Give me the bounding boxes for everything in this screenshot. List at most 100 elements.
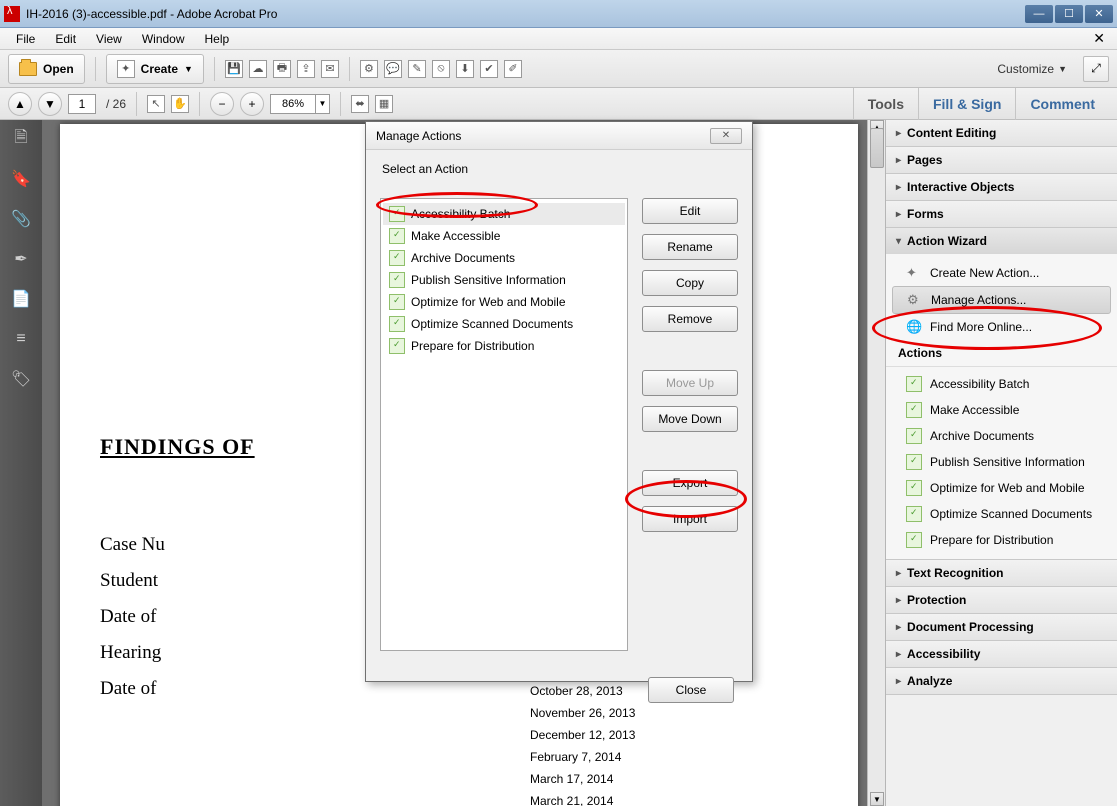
fit-page-icon[interactable]: ▦ <box>375 95 393 113</box>
fit-width-icon[interactable]: ⬌ <box>351 95 369 113</box>
action-item[interactable]: Archive Documents <box>886 423 1117 449</box>
zoom-in-button[interactable]: + <box>240 92 264 116</box>
bookmarks-icon[interactable]: 🔖 <box>10 168 32 190</box>
action-list[interactable]: Accessibility Batch Make Accessible Arch… <box>380 198 628 651</box>
scroll-thumb[interactable] <box>870 128 884 168</box>
section-text-recognition[interactable]: ▸Text Recognition <box>886 560 1117 586</box>
tags-icon[interactable]: 🏷 <box>10 368 32 390</box>
action-item[interactable]: Publish Sensitive Information <box>886 449 1117 475</box>
dialog-title: Manage Actions <box>376 129 461 143</box>
action-list-item[interactable]: Accessibility Batch <box>383 203 625 225</box>
action-list-item[interactable]: Prepare for Distribution <box>383 335 625 357</box>
maximize-button[interactable]: ☐ <box>1055 5 1083 23</box>
page-number-input[interactable] <box>68 94 96 114</box>
toolbar-primary: Open ✦ Create ▼ 💾 ☁ 🖶 ⇪ ✉ ⚙ 💬 ✎ ⦸ ⬇ ✔ ✐ … <box>0 50 1117 88</box>
close-document-button[interactable]: ✕ <box>1087 30 1111 47</box>
action-list-item[interactable]: Optimize for Web and Mobile <box>383 291 625 313</box>
vertical-scrollbar[interactable]: ▲ ▼ <box>867 120 885 806</box>
save-icon[interactable]: 💾 <box>225 60 243 78</box>
layers-icon[interactable]: 📄 <box>10 288 32 310</box>
menu-file[interactable]: File <box>6 30 45 48</box>
edit-icon[interactable]: ✎ <box>408 60 426 78</box>
zoom-input[interactable] <box>271 95 315 113</box>
create-new-action[interactable]: ✦Create New Action... <box>886 260 1117 286</box>
toolbar-secondary: ▲ ▼ / 26 ↖ ✋ − + ▼ ⬌ ▦ Tools Fill & Sign… <box>0 88 1117 120</box>
doc-date: March 17, 2014 <box>530 768 635 790</box>
action-list-item[interactable]: Publish Sensitive Information <box>383 269 625 291</box>
globe-icon: 🌐 <box>906 319 922 335</box>
action-icon <box>389 294 405 310</box>
action-list-item[interactable]: Optimize Scanned Documents <box>383 313 625 335</box>
section-pages[interactable]: ▸Pages <box>886 147 1117 173</box>
section-protection[interactable]: ▸Protection <box>886 587 1117 613</box>
chevron-down-icon: ▾ <box>896 236 901 247</box>
move-up-button[interactable]: Move Up <box>642 370 738 396</box>
move-down-button[interactable]: Move Down <box>642 406 738 432</box>
find-more-online[interactable]: 🌐Find More Online... <box>886 314 1117 340</box>
attachments-icon[interactable]: 📎 <box>10 208 32 230</box>
tool-icon[interactable]: ✐ <box>504 60 522 78</box>
export-icon[interactable]: ⬇ <box>456 60 474 78</box>
create-button[interactable]: ✦ Create ▼ <box>106 54 204 84</box>
delete-icon[interactable]: ⦸ <box>432 60 450 78</box>
section-action-wizard[interactable]: ▾Action Wizard <box>886 228 1117 254</box>
tab-tools[interactable]: Tools <box>853 88 918 120</box>
share-icon[interactable]: ⇪ <box>297 60 315 78</box>
action-list-item[interactable]: Make Accessible <box>383 225 625 247</box>
rename-button[interactable]: Rename <box>642 234 738 260</box>
zoom-combo[interactable]: ▼ <box>270 94 330 114</box>
gear-icon[interactable]: ⚙ <box>360 60 378 78</box>
action-item[interactable]: Prepare for Distribution <box>886 527 1117 553</box>
action-icon <box>389 206 405 222</box>
page-up-button[interactable]: ▲ <box>8 92 32 116</box>
window-title: IH-2016 (3)-accessible.pdf - Adobe Acrob… <box>26 7 1025 21</box>
manage-actions[interactable]: ⚙Manage Actions... <box>892 286 1111 314</box>
print-icon[interactable]: 🖶 <box>273 60 291 78</box>
section-accessibility[interactable]: ▸Accessibility <box>886 641 1117 667</box>
edit-button[interactable]: Edit <box>642 198 738 224</box>
dialog-titlebar[interactable]: Manage Actions ✕ <box>366 122 752 150</box>
page-down-button[interactable]: ▼ <box>38 92 62 116</box>
import-button[interactable]: Import <box>642 506 738 532</box>
menu-help[interactable]: Help <box>195 30 240 48</box>
thumbnails-icon[interactable]: 🗎 <box>10 128 32 150</box>
menu-view[interactable]: View <box>86 30 132 48</box>
section-analyze[interactable]: ▸Analyze <box>886 668 1117 694</box>
tab-comment[interactable]: Comment <box>1015 88 1109 120</box>
remove-button[interactable]: Remove <box>642 306 738 332</box>
fullscreen-button[interactable]: ⤢ <box>1083 56 1109 82</box>
hand-tool-icon[interactable]: ✋ <box>171 95 189 113</box>
scroll-down-button[interactable]: ▼ <box>870 792 884 806</box>
menu-window[interactable]: Window <box>132 30 195 48</box>
section-interactive-objects[interactable]: ▸Interactive Objects <box>886 174 1117 200</box>
tab-fill-sign[interactable]: Fill & Sign <box>918 88 1015 120</box>
open-button[interactable]: Open <box>8 54 85 84</box>
section-content-editing[interactable]: ▸Content Editing <box>886 120 1117 146</box>
check-icon[interactable]: ✔ <box>480 60 498 78</box>
close-button[interactable]: Close <box>648 677 734 703</box>
section-document-processing[interactable]: ▸Document Processing <box>886 614 1117 640</box>
minimize-button[interactable]: — <box>1025 5 1053 23</box>
order-icon[interactable]: ≡ <box>10 328 32 350</box>
action-list-item[interactable]: Archive Documents <box>383 247 625 269</box>
action-item[interactable]: Accessibility Batch <box>886 371 1117 397</box>
export-button[interactable]: Export <box>642 470 738 496</box>
action-item[interactable]: Make Accessible <box>886 397 1117 423</box>
comment-icon[interactable]: 💬 <box>384 60 402 78</box>
zoom-out-button[interactable]: − <box>210 92 234 116</box>
sparkle-icon: ✦ <box>906 265 922 281</box>
action-item[interactable]: Optimize Scanned Documents <box>886 501 1117 527</box>
close-window-button[interactable]: ✕ <box>1085 5 1113 23</box>
gear-icon: ⚙ <box>907 292 923 308</box>
menu-edit[interactable]: Edit <box>45 30 86 48</box>
cloud-icon[interactable]: ☁ <box>249 60 267 78</box>
mail-icon[interactable]: ✉ <box>321 60 339 78</box>
section-forms[interactable]: ▸Forms <box>886 201 1117 227</box>
signatures-icon[interactable]: ✒ <box>10 248 32 270</box>
chevron-down-icon[interactable]: ▼ <box>315 95 329 113</box>
select-tool-icon[interactable]: ↖ <box>147 95 165 113</box>
dialog-close-button[interactable]: ✕ <box>710 128 742 144</box>
copy-button[interactable]: Copy <box>642 270 738 296</box>
action-item[interactable]: Optimize for Web and Mobile <box>886 475 1117 501</box>
customize-menu[interactable]: Customize ▼ <box>989 58 1075 80</box>
